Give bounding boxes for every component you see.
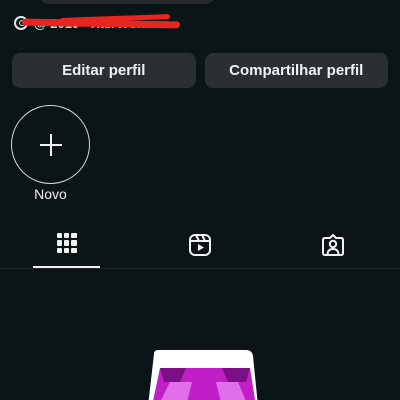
tab-posts-grid[interactable] [0, 226, 133, 268]
reels-icon [188, 234, 211, 256]
empty-posts-illustration [148, 350, 258, 400]
top-pill-button[interactable] [40, 0, 215, 4]
plus-icon [39, 133, 62, 156]
tabs-divider [0, 268, 400, 269]
profile-actions: Editar perfil Compartilhar perfil [12, 53, 388, 88]
tagged-person-icon [322, 234, 345, 256]
tab-tagged[interactable] [267, 226, 400, 268]
new-highlight-label: Novo [34, 186, 67, 202]
edit-profile-button[interactable]: Editar perfil [12, 53, 196, 88]
new-highlight-button[interactable] [11, 105, 90, 184]
profile-tabs [0, 226, 400, 268]
grid-icon [56, 233, 77, 253]
share-profile-button[interactable]: Compartilhar perfil [204, 53, 388, 88]
tab-reels[interactable] [133, 226, 266, 268]
